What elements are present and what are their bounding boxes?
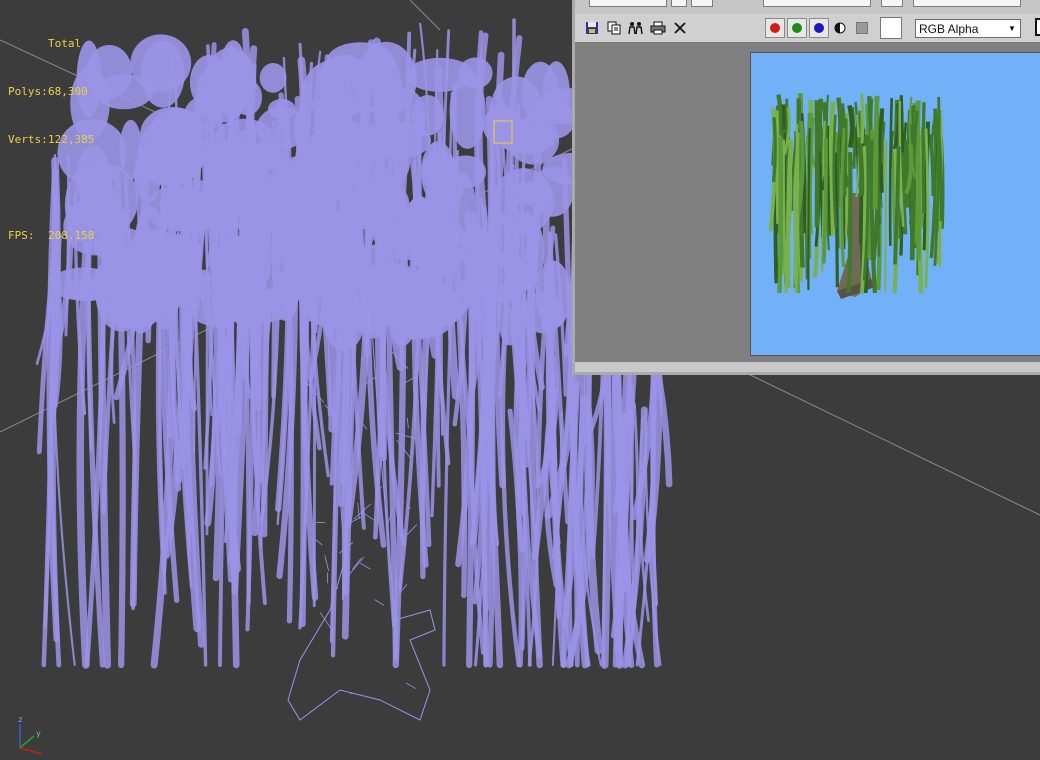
fps-value: 208.158 — [48, 229, 95, 242]
polys-value: 68,300 — [48, 85, 88, 98]
display-channel-select[interactable]: RGB Alpha ▼ — [915, 19, 1021, 38]
clear-icon — [674, 22, 686, 34]
blue-channel-icon — [814, 23, 824, 33]
alpha-channel-icon — [834, 22, 846, 34]
stats-header: Total — [48, 37, 82, 50]
frame-buffer-toolbar: RGB Alpha ▼ — [575, 14, 1040, 43]
print-button[interactable] — [649, 19, 667, 37]
top-field-2[interactable] — [671, 0, 687, 7]
save-icon — [586, 22, 598, 34]
axis-y-label: y — [36, 729, 41, 738]
copy-button[interactable] — [627, 19, 645, 37]
top-field-3[interactable] — [691, 0, 713, 7]
fps-label: FPS: — [8, 229, 35, 242]
monochrome-button[interactable] — [853, 19, 871, 37]
frame-buffer-body — [575, 43, 1040, 362]
polys-label: Polys: — [8, 85, 48, 98]
axis-z-label: z — [18, 715, 23, 724]
viewport-statistics: Total Polys:68,300 Verts:122,385 ​ FPS:2… — [8, 4, 94, 276]
verts-value: 122,385 — [48, 133, 95, 146]
monochrome-icon — [856, 22, 868, 34]
top-field-1[interactable] — [589, 0, 667, 7]
top-field-4[interactable] — [763, 0, 871, 7]
toolbar-edge-button[interactable] — [1035, 18, 1040, 36]
top-field-5[interactable] — [881, 0, 903, 7]
channel-select-value: RGB Alpha — [919, 22, 979, 36]
red-channel-icon — [770, 23, 780, 33]
print-icon — [650, 21, 666, 35]
top-field-6[interactable] — [913, 0, 1021, 7]
alpha-channel-button[interactable] — [831, 19, 849, 37]
red-channel-button[interactable] — [765, 18, 785, 38]
green-channel-button[interactable] — [787, 18, 807, 38]
frame-buffer-window[interactable]: RGB Alpha ▼ — [572, 0, 1040, 375]
clone-icon — [607, 21, 621, 35]
clone-button[interactable] — [605, 19, 623, 37]
clear-button[interactable] — [671, 19, 689, 37]
verts-label: Verts: — [8, 133, 48, 146]
copy-icon — [628, 22, 643, 35]
axis-tripod-icon: z y — [18, 715, 43, 755]
color-swatch[interactable] — [880, 17, 902, 39]
dropdown-arrow-icon: ▼ — [1008, 24, 1016, 33]
rendered-willow-tree — [768, 92, 945, 299]
green-channel-icon — [792, 23, 802, 33]
blue-channel-button[interactable] — [809, 18, 829, 38]
save-button[interactable] — [583, 19, 601, 37]
rendered-image[interactable] — [750, 52, 1040, 356]
frame-buffer-top-strip — [575, 0, 1040, 15]
